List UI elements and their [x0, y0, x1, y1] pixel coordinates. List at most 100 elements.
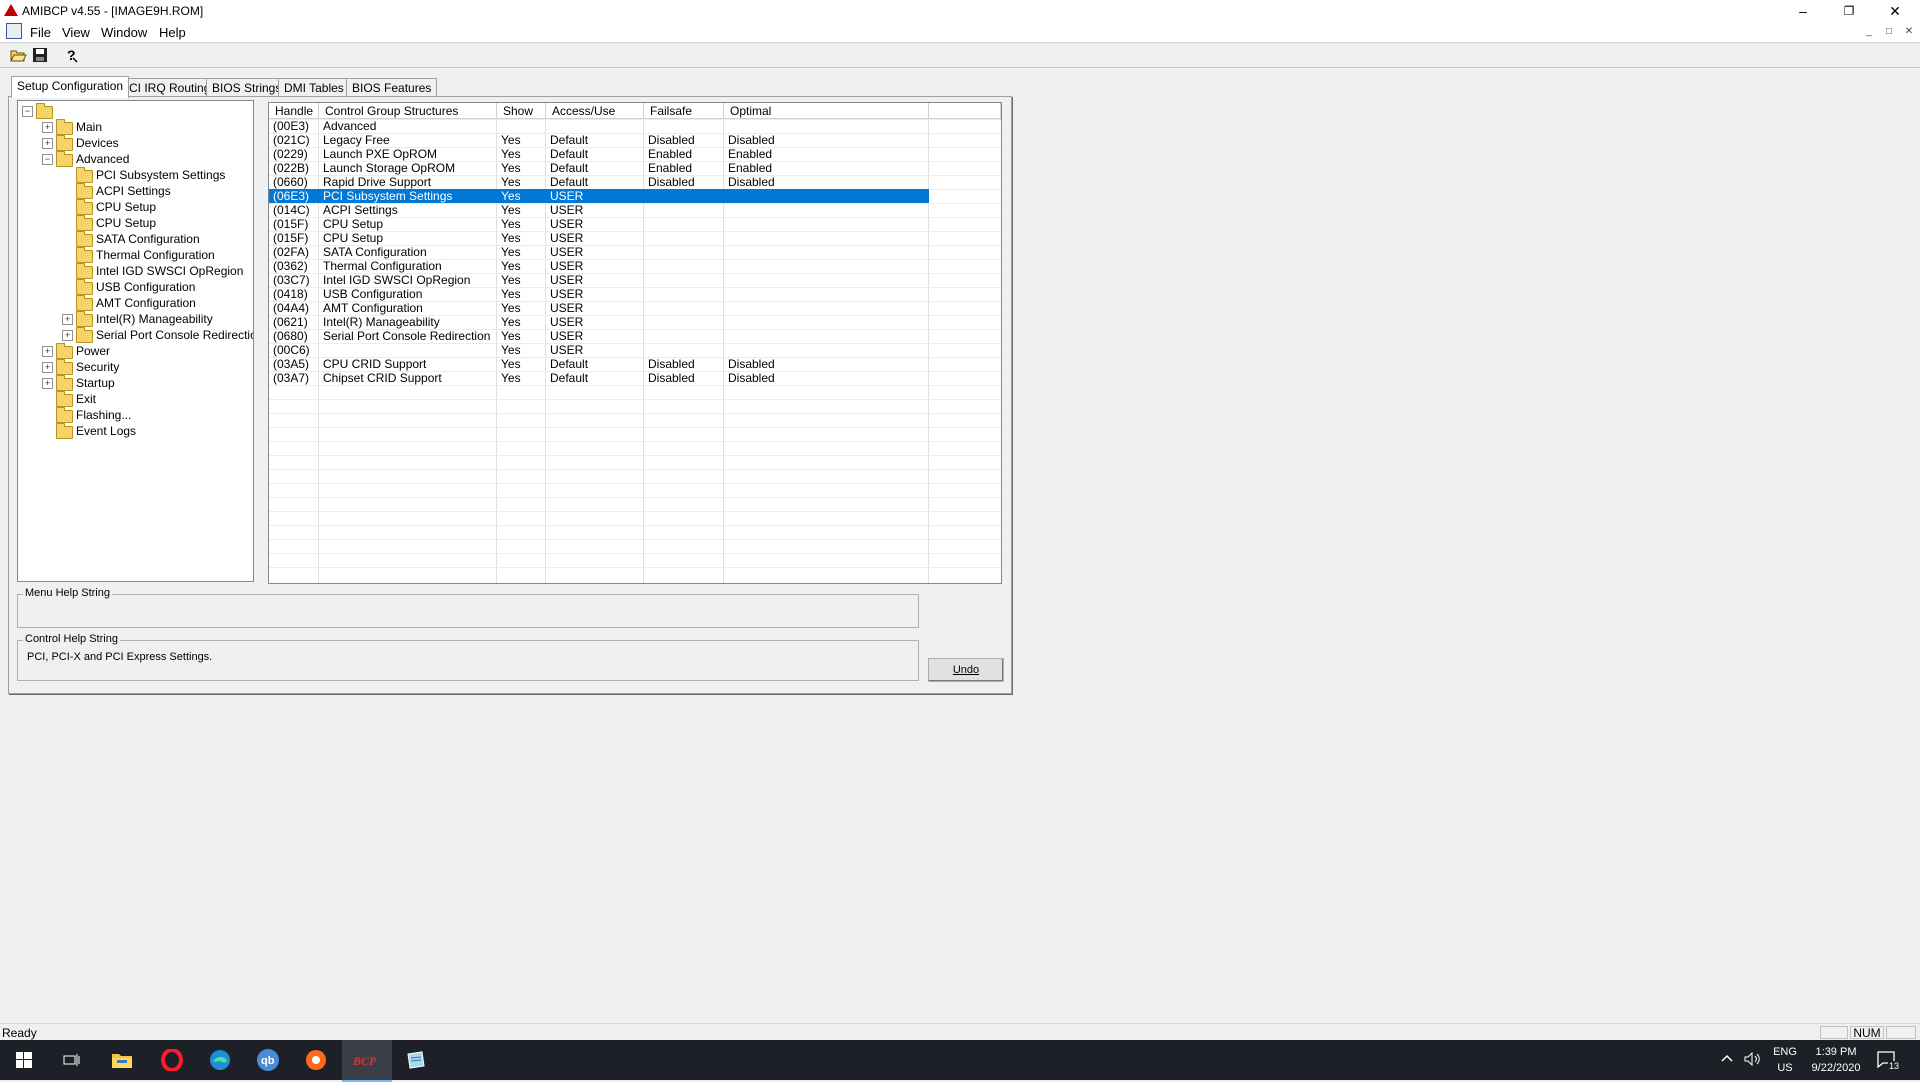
expand-icon[interactable]: +: [42, 138, 53, 149]
notepad-button[interactable]: [392, 1040, 440, 1080]
table-row[interactable]: (03A5) CPU CRID Support Yes Default Disabled…: [269, 357, 1001, 371]
restore-button[interactable]: ❐: [1826, 0, 1872, 22]
table-row[interactable]: (00C6) Yes USER: [269, 343, 1001, 357]
menu-help[interactable]: Help: [159, 25, 186, 40]
tab-bios-strings[interactable]: BIOS Strings: [206, 78, 288, 97]
mdi-minimize-button[interactable]: _: [1862, 26, 1876, 37]
column-header-show[interactable]: Show: [497, 103, 546, 119]
table-row[interactable]: (0621) Intel(R) Manageability Yes USER: [269, 315, 1001, 329]
tab-bios-features[interactable]: BIOS Features: [346, 78, 438, 97]
column-header-handle[interactable]: Handle: [269, 103, 319, 119]
table-row[interactable]: (0680) Serial Port Console Redirection Yes…: [269, 329, 1001, 343]
setup-tree[interactable]: − + Main + Devices − Advanced PCI Subsystem Set…: [17, 100, 254, 582]
tree-item[interactable]: + Security: [18, 359, 253, 375]
menu-file[interactable]: File: [30, 25, 51, 40]
table-row[interactable]: (0362) Thermal Configuration Yes USER: [269, 259, 1001, 273]
tree-item[interactable]: Flashing...: [18, 407, 253, 423]
amibcp-app-icon[interactable]: [4, 4, 18, 16]
expand-icon[interactable]: +: [42, 378, 53, 389]
tree-item[interactable]: SATA Configuration: [18, 231, 253, 247]
expand-icon[interactable]: +: [62, 330, 73, 341]
column-header-failsafe[interactable]: Failsafe: [644, 103, 724, 119]
cell-handle: (02FA): [273, 245, 310, 259]
undo-button[interactable]: Undo: [928, 658, 1004, 682]
file-explorer-button[interactable]: [98, 1040, 146, 1080]
tree-item[interactable]: PCI Subsystem Settings: [18, 167, 253, 183]
tray-chevron-icon[interactable]: [1720, 1052, 1734, 1069]
mdi-restore-button[interactable]: □: [1882, 26, 1896, 37]
tree-item[interactable]: AMT Configuration: [18, 295, 253, 311]
tree-item[interactable]: + Serial Port Console Redirection: [18, 327, 253, 343]
tree-item[interactable]: Exit: [18, 391, 253, 407]
tree-item[interactable]: Intel IGD SWSCI OpRegion: [18, 263, 253, 279]
column-header-control-group[interactable]: Control Group Structures: [319, 103, 497, 119]
table-row[interactable]: (014C) ACPI Settings Yes USER: [269, 203, 1001, 217]
table-row[interactable]: (0418) USB Configuration Yes USER: [269, 287, 1001, 301]
cell-access-use: USER: [550, 273, 584, 287]
task-view-button[interactable]: [48, 1040, 96, 1080]
tree-item[interactable]: + Devices: [18, 135, 253, 151]
column-header-access-use[interactable]: Access/Use: [546, 103, 644, 119]
tree-item[interactable]: −: [18, 103, 253, 119]
tab-setup-configuration[interactable]: Setup Configuration: [11, 76, 130, 98]
tree-item[interactable]: Thermal Configuration: [18, 247, 253, 263]
minimize-button[interactable]: –: [1780, 0, 1826, 22]
qbittorrent-button[interactable]: qb: [244, 1040, 292, 1080]
tree-item[interactable]: CPU Setup: [18, 215, 253, 231]
cell-show: Yes: [501, 189, 521, 203]
save-icon[interactable]: [31, 46, 49, 64]
volume-icon[interactable]: [1744, 1051, 1762, 1069]
clock[interactable]: 1:39 PM 9/22/2020: [1806, 1046, 1866, 1074]
table-row[interactable]: (015F) CPU Setup Yes USER: [269, 231, 1001, 245]
tree-item[interactable]: + Intel(R) Manageability: [18, 311, 253, 327]
control-grid[interactable]: Handle Control Group Structures Show Access…: [268, 102, 1002, 584]
cell-failsafe: Disabled: [648, 175, 695, 189]
tree-item[interactable]: + Power: [18, 343, 253, 359]
svg-text:qb: qb: [261, 1055, 275, 1067]
table-row[interactable]: (022B) Launch Storage OpROM Yes Default Enab…: [269, 161, 1001, 175]
expand-icon[interactable]: +: [42, 362, 53, 373]
tab-pci-irq-routing[interactable]: PCI IRQ Routing: [115, 78, 217, 97]
document-icon[interactable]: [6, 23, 22, 39]
expand-icon[interactable]: +: [42, 346, 53, 357]
tree-item[interactable]: + Main: [18, 119, 253, 135]
tree-item[interactable]: Event Logs: [18, 423, 253, 439]
opera-button[interactable]: [148, 1040, 196, 1080]
close-button[interactable]: ✕: [1872, 0, 1918, 22]
tab-dmi-tables[interactable]: DMI Tables: [278, 78, 350, 97]
edge-button[interactable]: [196, 1040, 244, 1080]
tree-item[interactable]: CPU Setup: [18, 199, 253, 215]
table-row[interactable]: (0229) Launch PXE OpROM Yes Default Enabled E…: [269, 147, 1001, 161]
table-row[interactable]: (015F) CPU Setup Yes USER: [269, 217, 1001, 231]
language-indicator[interactable]: ENG US: [1772, 1046, 1798, 1074]
tree-item[interactable]: − Advanced: [18, 151, 253, 167]
amibcp-taskbar-button[interactable]: BCP: [342, 1040, 392, 1082]
start-button[interactable]: [0, 1040, 48, 1080]
action-center-button[interactable]: 13: [1876, 1050, 1902, 1072]
help-icon[interactable]: ?: [62, 46, 80, 64]
table-row[interactable]: (03C7) Intel IGD SWSCI OpRegion Yes USER: [269, 273, 1001, 287]
column-header-blank[interactable]: [929, 103, 1001, 119]
table-row[interactable]: (0660) Rapid Drive Support Yes Default Disab…: [269, 175, 1001, 189]
collapse-icon[interactable]: −: [22, 106, 33, 117]
table-row[interactable]: (04A4) AMT Configuration Yes USER: [269, 301, 1001, 315]
tree-item[interactable]: + Startup: [18, 375, 253, 391]
collapse-icon[interactable]: −: [42, 154, 53, 165]
expand-icon[interactable]: +: [42, 122, 53, 133]
tree-item[interactable]: USB Configuration: [18, 279, 253, 295]
menu-window[interactable]: Window: [101, 25, 147, 40]
table-row[interactable]: (02FA) SATA Configuration Yes USER: [269, 245, 1001, 259]
table-row[interactable]: (021C) Legacy Free Yes Default Disabled Disab…: [269, 133, 1001, 147]
table-row[interactable]: (06E3) PCI Subsystem Settings Yes USER: [269, 189, 929, 203]
orange-app-button[interactable]: [292, 1040, 340, 1080]
open-folder-icon[interactable]: [9, 46, 27, 64]
table-row[interactable]: (03A7) Chipset CRID Support Yes Default Disa…: [269, 371, 1001, 385]
mdi-close-button[interactable]: ✕: [1902, 26, 1916, 37]
tree-item[interactable]: ACPI Settings: [18, 183, 253, 199]
control-help-label: Control Help String: [23, 633, 120, 645]
expand-icon[interactable]: +: [62, 314, 73, 325]
menu-view[interactable]: View: [62, 25, 90, 40]
column-header-optimal[interactable]: Optimal: [724, 103, 929, 119]
menu-help-group: [17, 594, 919, 628]
table-row[interactable]: (00E3) Advanced: [269, 119, 1001, 133]
